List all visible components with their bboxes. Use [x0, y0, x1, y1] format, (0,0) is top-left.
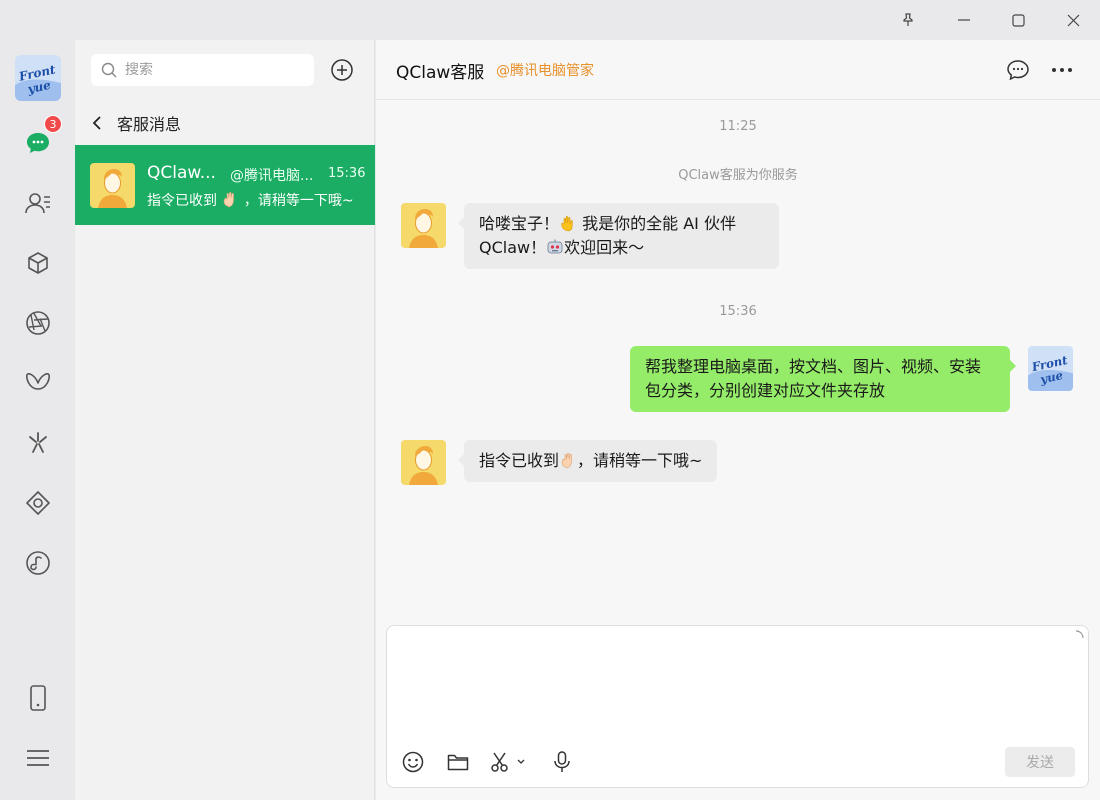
conversation-item-qclaw[interactable]: QClaw... @腾讯电脑... 15:36 指令已收到 ，请稍等一下哦~	[75, 145, 375, 225]
minimize-icon[interactable]	[941, 0, 987, 40]
smiley-icon	[402, 751, 424, 773]
user-message-avatar[interactable]: Front yue	[1028, 346, 1073, 391]
folder-icon	[447, 754, 469, 771]
emoji-button[interactable]	[399, 748, 427, 776]
chevron-left-icon	[92, 116, 101, 130]
chat-title: QClaw客服	[396, 63, 485, 83]
title-bar	[0, 0, 1100, 40]
chat-icon	[27, 133, 49, 153]
phone-icon[interactable]	[18, 678, 58, 718]
message-bubble-incoming[interactable]: 哈喽宝子！ 我是你的全能 AI 伙伴 QClaw！ 欢迎回来～	[458, 203, 779, 269]
preview-text: 指令已收到	[147, 193, 217, 209]
music-icon[interactable]	[18, 543, 58, 583]
message-text: ，请稍等一下哦~	[577, 451, 703, 470]
contacts-icon[interactable]	[18, 183, 58, 223]
scissors-icon	[491, 752, 508, 772]
voice-button[interactable]	[548, 748, 576, 776]
back-label: 客服消息	[117, 115, 182, 134]
sparkle-icon[interactable]	[18, 423, 58, 463]
message-bubble-outgoing[interactable]: 帮我整理电脑桌面，按文档、图片、视频、安装包分类，分别创建对应文件夹存放	[630, 346, 1016, 412]
chevron-down-icon	[517, 759, 525, 764]
message-bubble-incoming[interactable]: 指令已收到 ，请稍等一下哦~	[457, 440, 718, 482]
screenshot-button[interactable]	[489, 748, 531, 776]
microphone-icon	[554, 751, 570, 772]
conversation-list-panel: 客服消息 QClaw... @腾讯电脑... 15:36 指令已收到 ，请稍等一…	[75, 40, 375, 800]
chat-bubble-icon[interactable]	[1004, 56, 1032, 84]
butterfly-icon[interactable]	[18, 363, 58, 403]
resize-handle-icon[interactable]	[1074, 630, 1084, 640]
send-button[interactable]: 发送	[1005, 747, 1075, 777]
close-icon[interactable]	[1050, 0, 1096, 40]
conversation-name: QClaw...	[147, 163, 216, 183]
plus-circle-icon	[331, 59, 353, 81]
message-text: 指令已收到	[479, 451, 560, 470]
diamond-icon[interactable]	[18, 483, 58, 523]
chat-subtitle: @腾讯电脑管家	[496, 63, 594, 79]
message-text: 哈喽宝子！	[479, 214, 560, 233]
unread-badge: 3	[44, 115, 62, 133]
preview-text-tail: ，请稍等一下哦~	[243, 193, 354, 209]
pin-icon[interactable]	[885, 0, 931, 40]
nav-rail: 3	[0, 40, 75, 800]
chat-area: QClaw客服 @腾讯电脑管家 11:25 QClaw客服为你服务 哈喽宝子！ …	[376, 40, 1100, 800]
waving-hand-emoji-icon	[561, 215, 573, 232]
chat-header: QClaw客服 @腾讯电脑管家	[376, 40, 1100, 100]
search-box[interactable]	[91, 54, 314, 86]
chat-nav-button[interactable]: 3	[18, 115, 62, 163]
message-input[interactable]	[401, 638, 1071, 738]
message-text: 帮我整理电脑桌面，按文档、图片、视频、安装包分类，分别创建对应文件夹存放	[645, 357, 982, 400]
conversation-time: 15:36	[328, 166, 366, 181]
aperture-icon[interactable]	[18, 303, 58, 343]
message-text: 我是你的全能 AI 伙伴	[577, 214, 736, 233]
timestamp: 11:25	[719, 119, 757, 134]
ok-hand-emoji-icon	[224, 191, 235, 208]
search-input[interactable]	[125, 62, 295, 78]
message-text: QClaw！	[479, 238, 547, 257]
message-text: 欢迎回来～	[564, 238, 645, 257]
message-composer: 发送	[386, 625, 1089, 788]
system-message: QClaw客服为你服务	[678, 168, 798, 183]
back-to-service-messages[interactable]: 客服消息	[91, 108, 181, 138]
cube-icon[interactable]	[18, 243, 58, 283]
more-options-icon[interactable]	[1048, 56, 1076, 84]
add-button[interactable]	[330, 58, 356, 84]
search-icon	[101, 62, 117, 78]
conversation-preview: 指令已收到 ，请稍等一下哦~	[147, 190, 362, 210]
maximize-icon[interactable]	[995, 0, 1041, 40]
conversation-tag: @腾讯电脑...	[230, 168, 314, 184]
menu-icon[interactable]	[18, 738, 58, 778]
file-button[interactable]	[444, 748, 472, 776]
conversation-avatar	[90, 163, 135, 208]
robot-emoji-icon	[547, 239, 563, 254]
service-avatar[interactable]	[401, 440, 446, 485]
ok-hand-emoji-icon	[561, 452, 572, 469]
service-avatar[interactable]	[401, 203, 446, 248]
timestamp: 15:36	[719, 304, 757, 319]
